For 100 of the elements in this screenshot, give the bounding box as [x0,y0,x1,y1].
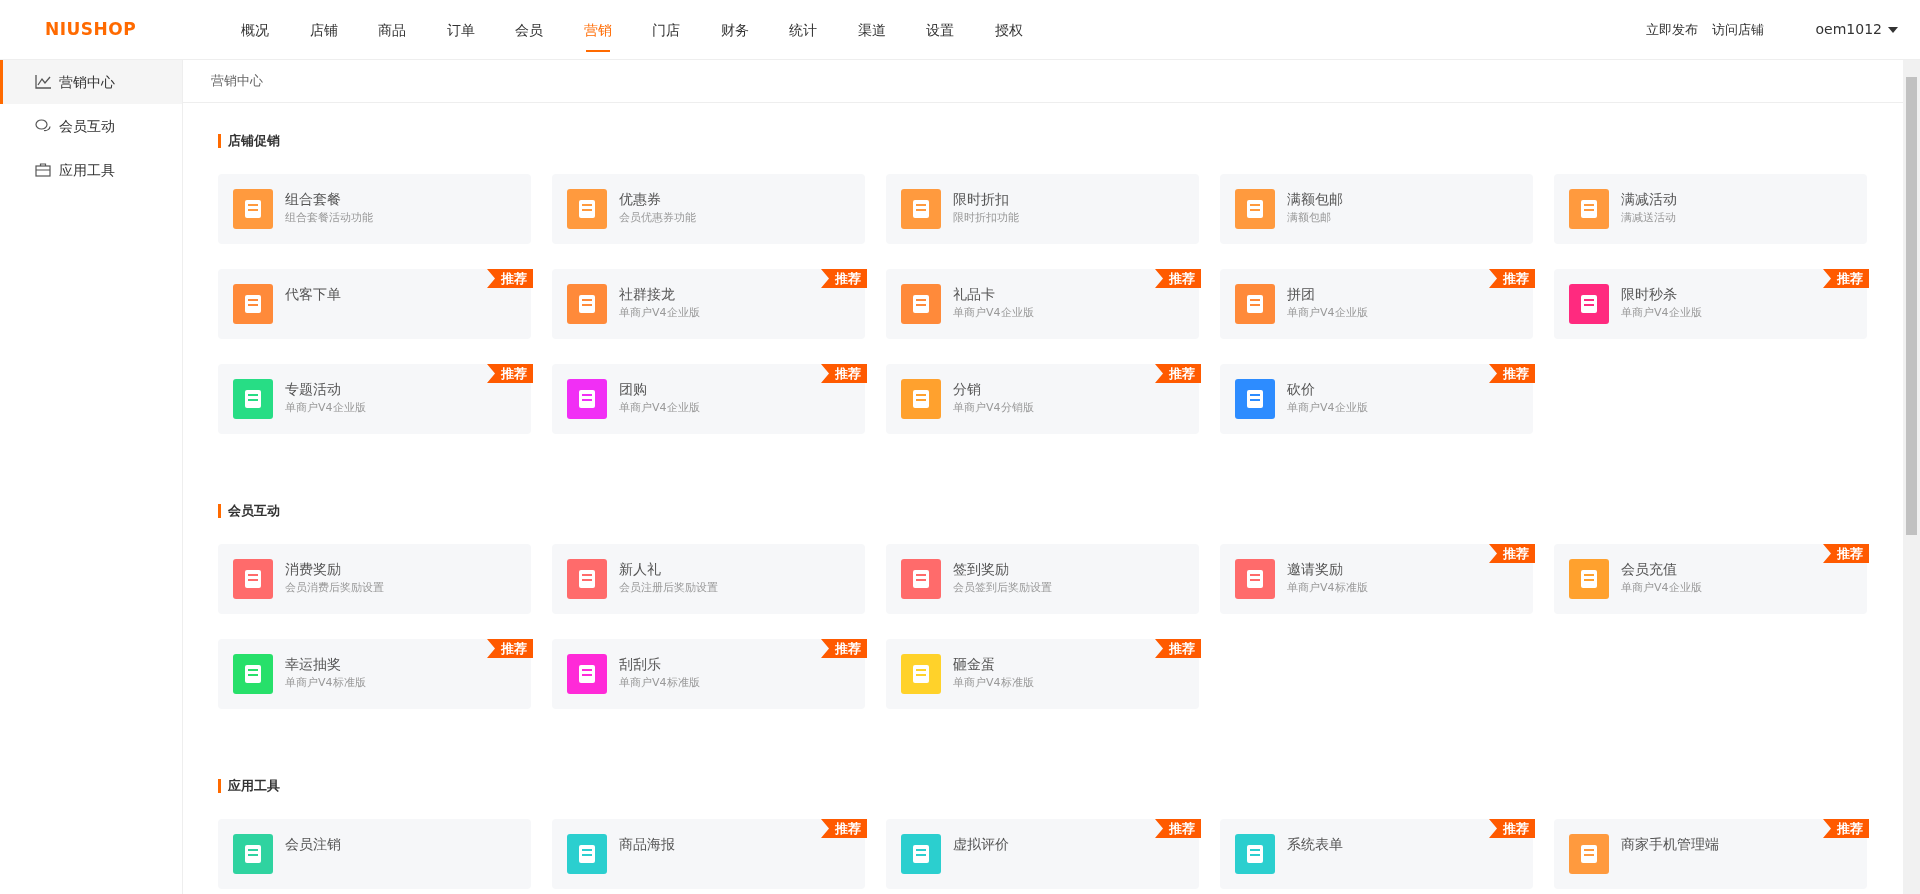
nav-tab[interactable]: 财务 [700,0,769,60]
app-title: 刮刮乐 [619,655,662,673]
chart-icon [35,75,51,89]
app-description: 会员签到后奖励设置 [953,580,1052,596]
app-description: 单商户V4企业版 [619,305,700,321]
app-card[interactable]: 幸运抽奖 单商户V4标准版 推荐 [218,639,531,709]
app-card[interactable]: 限时秒杀 单商户V4企业版 推荐 [1554,269,1867,339]
app-title: 专题活动 [285,380,342,398]
app-card[interactable]: 拼团 单商户V4企业版 推荐 [1220,269,1533,339]
nav-tab[interactable]: 统计 [769,0,838,60]
app-title: 会员注销 [285,835,341,853]
app-card[interactable]: 分销 单商户V4分销版 推荐 [886,364,1199,434]
sidebar-item[interactable]: 会员互动 [0,104,182,148]
app-card[interactable]: 消费奖励 会员消费后奖励设置 [218,544,531,614]
app-card[interactable]: 团购 单商户V4企业版 推荐 [552,364,865,434]
app-description: 满额包邮 [1287,210,1332,226]
recommend-tag: 推荐 [1155,639,1201,658]
app-card[interactable]: 砍价 单商户V4企业版 推荐 [1220,364,1533,434]
sidebar-item[interactable]: 应用工具 [0,148,182,192]
section-title: 会员互动 [218,504,280,518]
app-card[interactable]: 礼品卡 单商户V4企业版 推荐 [886,269,1199,339]
app-card[interactable]: 刮刮乐 单商户V4标准版 推荐 [552,639,865,709]
recommend-tag: 推荐 [1823,819,1869,838]
nav-tab[interactable]: 店铺 [289,0,358,60]
app-title: 砸金蛋 [953,655,996,673]
app-card[interactable]: 会员充值 单商户V4企业版 推荐 [1554,544,1867,614]
app-description: 单商户V4标准版 [1287,580,1368,596]
recommend-tag: 推荐 [1155,819,1201,838]
app-title: 签到奖励 [953,560,1010,578]
app-title: 新人礼 [619,560,662,578]
app-card[interactable]: 专题活动 单商户V4企业版 推荐 [218,364,531,434]
app-title: 限时折扣 [953,190,1010,208]
app-card[interactable]: 社群接龙 单商户V4企业版 推荐 [552,269,865,339]
user-menu[interactable]: oem1012 [1815,19,1882,40]
sidebar-item[interactable]: 营销中心 [0,60,182,104]
recommend-tag: 推荐 [487,269,533,288]
app-title: 满减活动 [1621,190,1677,208]
app-card[interactable]: 系统表单 推荐 [1220,819,1533,889]
app-title: 拼团 [1287,285,1316,303]
recommend-tag: 推荐 [821,269,867,288]
nav-tab[interactable]: 概况 [221,0,290,60]
app-title: 砍价 [1287,380,1316,398]
scrollbar[interactable] [1903,60,1920,894]
app-description: 单商户V4企业版 [1287,305,1368,321]
app-description: 单商户V4企业版 [285,400,366,416]
chat-icon [35,119,51,133]
briefcase-icon [35,163,51,177]
recommend-tag: 推荐 [487,639,533,658]
nav-tab[interactable]: 授权 [974,0,1043,60]
app-card[interactable]: 满减活动 满减送活动 [1554,174,1867,244]
nav-tab[interactable]: 会员 [495,0,564,60]
app-title: 限时秒杀 [1621,285,1678,303]
recommend-tag: 推荐 [821,819,867,838]
app-description: 组合套餐活动功能 [285,210,373,226]
caret-icon[interactable] [1888,26,1898,33]
app-card[interactable]: 优惠券 会员优惠券功能 [552,174,865,244]
nav-tab[interactable]: 商品 [358,0,427,60]
app-title: 幸运抽奖 [285,655,342,673]
app-card[interactable]: 新人礼 会员注册后奖励设置 [552,544,865,614]
recommend-tag: 推荐 [1823,544,1869,563]
app-card[interactable]: 签到奖励 会员签到后奖励设置 [886,544,1199,614]
app-description: 单商户V4标准版 [953,675,1034,691]
app-card[interactable]: 邀请奖励 单商户V4标准版 推荐 [1220,544,1533,614]
recommend-tag: 推荐 [1489,269,1535,288]
app-title: 分销 [953,380,982,398]
app-card[interactable]: 会员注销 [218,819,531,889]
app-card[interactable]: 商品海报 推荐 [552,819,865,889]
app-title: 商品海报 [619,835,675,853]
header-link[interactable]: 立即发布 [1645,19,1698,40]
nav-tab[interactable]: 设置 [906,0,975,60]
app-card[interactable]: 限时折扣 限时折扣功能 [886,174,1199,244]
nav-tab[interactable]: 门店 [632,0,701,60]
app-description: 单商户V4标准版 [619,675,700,691]
app-description: 单商户V4企业版 [1621,580,1702,596]
recommend-tag: 推荐 [1489,819,1535,838]
app-title: 会员充值 [1621,560,1678,578]
app-description: 会员注册后奖励设置 [619,580,718,596]
recommend-tag: 推荐 [821,364,867,383]
app-card[interactable]: 商家手机管理端 推荐 [1554,819,1867,889]
app-title: 代客下单 [285,285,341,303]
nav-tab[interactable]: 渠道 [837,0,906,60]
app-title: 商家手机管理端 [1621,835,1719,853]
breadcrumb: 营销中心 [211,72,263,91]
app-card[interactable]: 组合套餐 组合套餐活动功能 [218,174,531,244]
app-description: 单商户V4分销版 [953,400,1034,416]
recommend-tag: 推荐 [1489,544,1535,563]
app-description: 会员消费后奖励设置 [285,580,384,596]
app-card[interactable]: 虚拟评价 推荐 [886,819,1199,889]
app-card[interactable]: 砸金蛋 单商户V4标准版 推荐 [886,639,1199,709]
app-description: 会员优惠券功能 [619,210,696,226]
recommend-tag: 推荐 [1155,269,1201,288]
app-card[interactable]: 代客下单 推荐 [218,269,531,339]
section-title: 店铺促销 [218,134,280,148]
app-description: 单商户V4企业版 [953,305,1034,321]
nav-tab[interactable]: 订单 [426,0,495,60]
header-link[interactable]: 访问店铺 [1711,19,1764,40]
scrollbar-thumb[interactable] [1906,77,1917,535]
app-description: 单商户V4企业版 [1621,305,1702,321]
app-title: 优惠券 [619,190,662,208]
app-card[interactable]: 满额包邮 满额包邮 [1220,174,1533,244]
